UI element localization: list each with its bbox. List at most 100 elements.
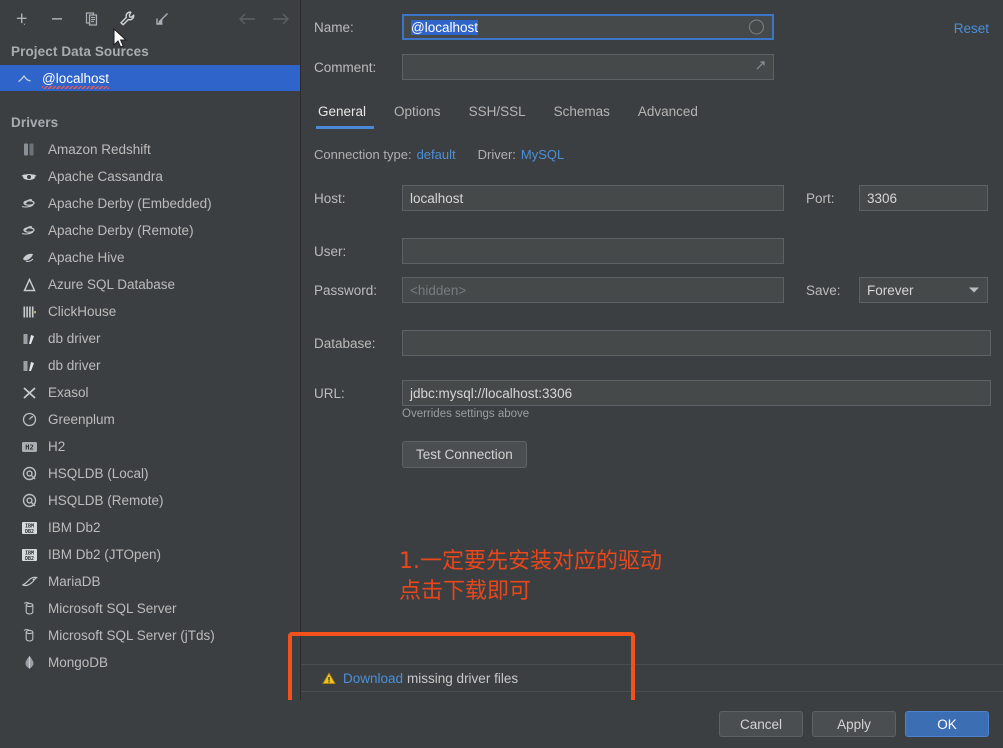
password-label: Password:	[314, 282, 378, 298]
svg-text:DB2: DB2	[24, 529, 33, 535]
tab-schemas[interactable]: Schemas	[540, 100, 624, 129]
driver-list-item[interactable]: Apache Hive	[0, 244, 300, 271]
forward-arrow-icon[interactable]	[270, 8, 292, 30]
driver-list-item[interactable]: Microsoft SQL Server	[0, 595, 300, 622]
save-select[interactable]: Forever	[859, 277, 988, 303]
settings-dialog: Project Data Sources @localhost Drivers …	[0, 0, 1003, 748]
import-icon[interactable]	[151, 8, 173, 30]
driver-list-item[interactable]: Apache Cassandra	[0, 163, 300, 190]
port-input[interactable]: 3306	[859, 185, 988, 211]
driver-list-item[interactable]: ClickHouse	[0, 298, 300, 325]
driver-list-item[interactable]: Exasol	[0, 379, 300, 406]
connection-type-label: Connection type:	[314, 147, 412, 162]
driver-list-item[interactable]: Microsoft SQL Server (jTds)	[0, 622, 300, 649]
mongodb-icon	[18, 653, 40, 673]
host-label: Host:	[314, 190, 346, 206]
user-input[interactable]	[402, 238, 784, 264]
tab-options[interactable]: Options	[380, 100, 455, 129]
name-input-value: @localhost	[411, 19, 478, 35]
mssql-icon	[18, 626, 40, 646]
driver-label: MongoDB	[48, 655, 109, 670]
data-source-list: @localhost	[0, 65, 300, 91]
download-driver-strip: Download missing driver files	[301, 664, 1003, 692]
color-swatch-icon[interactable]	[749, 19, 764, 35]
clickhouse-icon	[18, 302, 40, 322]
download-link[interactable]: Download	[343, 671, 403, 686]
back-arrow-icon[interactable]	[236, 8, 258, 30]
driver-label: Apache Cassandra	[48, 169, 163, 184]
comment-row: Comment:	[314, 54, 774, 80]
driver-value[interactable]: MySQL	[521, 147, 564, 162]
url-row: URL: jdbc:mysql://localhost:3306	[314, 380, 991, 406]
save-select-value: Forever	[867, 282, 914, 298]
save-row: Save: Forever	[806, 277, 988, 303]
reset-link[interactable]: Reset	[954, 21, 989, 36]
url-input[interactable]: jdbc:mysql://localhost:3306	[402, 380, 991, 406]
host-row: Host: localhost	[314, 185, 784, 211]
db2-icon: IBM DB2	[18, 518, 40, 538]
password-row: Password: <hidden>	[314, 277, 784, 303]
name-row: Name: @localhost	[314, 14, 774, 40]
copy-icon[interactable]	[81, 8, 103, 30]
wrench-icon[interactable]	[116, 8, 138, 30]
test-connection-button[interactable]: Test Connection	[402, 441, 527, 468]
database-input[interactable]	[402, 330, 991, 356]
driver-list-item[interactable]: Amazon Redshift	[0, 136, 300, 163]
tab-advanced[interactable]: Advanced	[624, 100, 712, 129]
connection-meta: Connection type: default Driver: MySQL	[314, 147, 564, 162]
driver-list-item[interactable]: H2 H2	[0, 433, 300, 460]
db-driver-icon	[18, 356, 40, 376]
port-row: Port: 3306	[806, 185, 988, 211]
connection-type-value[interactable]: default	[417, 147, 456, 162]
data-sources-sidebar: Project Data Sources @localhost Drivers …	[0, 0, 301, 700]
driver-list-item[interactable]: IBM DB2 IBM Db2	[0, 514, 300, 541]
driver-list-item[interactable]: db driver	[0, 325, 300, 352]
drivers-header: Drivers	[11, 115, 59, 130]
driver-list-item[interactable]: Azure SQL Database	[0, 271, 300, 298]
driver-label: Microsoft SQL Server (jTds)	[48, 628, 215, 643]
driver-list-item[interactable]: IBM DB2 IBM Db2 (JTOpen)	[0, 541, 300, 568]
database-label: Database:	[314, 335, 376, 351]
driver-list-item[interactable]: MongoDB	[0, 649, 300, 676]
driver-list-item[interactable]: Apache Derby (Embedded)	[0, 190, 300, 217]
project-data-sources-header: Project Data Sources	[11, 44, 149, 59]
apply-button[interactable]: Apply	[812, 711, 896, 737]
driver-label: Exasol	[48, 385, 89, 400]
driver-label: ClickHouse	[48, 304, 117, 319]
driver-list-item[interactable]: Greenplum	[0, 406, 300, 433]
azure-icon	[18, 275, 40, 295]
derby-icon	[18, 194, 40, 214]
add-icon[interactable]	[11, 8, 33, 30]
tab-ssh-ssl[interactable]: SSH/SSL	[455, 100, 540, 129]
redshift-icon	[18, 140, 40, 160]
svg-text:DB2: DB2	[24, 556, 33, 562]
cancel-button[interactable]: Cancel	[719, 711, 803, 737]
remove-icon[interactable]	[46, 8, 68, 30]
comment-input[interactable]	[402, 54, 774, 80]
driver-label: IBM Db2 (JTOpen)	[48, 547, 162, 562]
driver-label: Azure SQL Database	[48, 277, 176, 292]
driver-list[interactable]: Amazon Redshift Apache Cassandra Apache De…	[0, 136, 300, 694]
hsqldb-icon	[18, 464, 40, 484]
password-placeholder: <hidden>	[410, 282, 467, 298]
dialog-footer: ? Cancel Apply OK	[0, 700, 1003, 748]
driver-list-item[interactable]: HSQLDB (Local)	[0, 460, 300, 487]
tab-general[interactable]: General	[314, 100, 380, 129]
url-label: URL:	[314, 385, 345, 401]
expand-icon[interactable]	[754, 59, 767, 75]
driver-list-item[interactable]: Apache Derby (Remote)	[0, 217, 300, 244]
host-input[interactable]: localhost	[402, 185, 784, 211]
driver-label: H2	[48, 439, 66, 454]
mariadb-icon	[18, 572, 40, 592]
derby-icon	[18, 221, 40, 241]
driver-list-item[interactable]: db driver	[0, 352, 300, 379]
overrides-note: Overrides settings above	[402, 408, 530, 420]
exasol-icon	[18, 383, 40, 403]
driver-list-item[interactable]: HSQLDB (Remote)	[0, 487, 300, 514]
name-input[interactable]: @localhost	[402, 14, 774, 40]
password-input[interactable]: <hidden>	[402, 277, 784, 303]
driver-list-item[interactable]: MariaDB	[0, 568, 300, 595]
ok-button[interactable]: OK	[905, 711, 989, 737]
db-driver-icon	[18, 329, 40, 349]
data-source-item-localhost[interactable]: @localhost	[0, 65, 300, 91]
